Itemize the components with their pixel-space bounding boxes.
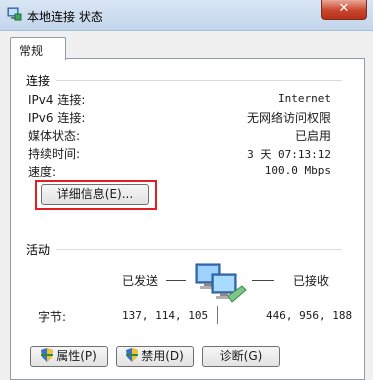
diagnose-button[interactable]: 诊断(G) xyxy=(202,346,280,367)
network-computers-icon xyxy=(195,263,247,303)
connection-divider xyxy=(56,80,342,81)
shield-icon xyxy=(41,348,54,362)
activity-divider-vertical xyxy=(217,306,218,324)
speed-label: 速度: xyxy=(28,165,57,179)
activity-divider xyxy=(56,249,342,250)
highlight-box xyxy=(35,180,157,210)
close-button[interactable]: ✕ xyxy=(321,0,367,20)
bytes-label: 字节: xyxy=(38,310,67,324)
disable-button[interactable]: 禁用(D) xyxy=(116,346,194,367)
media-state-label: 媒体状态: xyxy=(28,129,81,143)
connection-heading: 连接 xyxy=(26,74,51,88)
bytes-sent-value: 137, 114, 105 xyxy=(122,309,209,322)
shield-icon xyxy=(126,348,139,362)
ipv4-label: IPv4 连接: xyxy=(28,93,86,107)
close-icon: ✕ xyxy=(338,1,350,16)
properties-button-label: 属性(P) xyxy=(56,349,97,363)
tab-general[interactable]: 常规 xyxy=(10,37,66,60)
properties-button[interactable]: 属性(P) xyxy=(30,346,108,367)
tab-general-label: 常规 xyxy=(19,44,44,58)
disable-button-label: 禁用(D) xyxy=(141,349,184,363)
sent-line xyxy=(166,280,186,281)
received-label: 已接收 xyxy=(293,274,330,288)
ipv6-label: IPv6 连接: xyxy=(28,111,86,125)
activity-heading: 活动 xyxy=(26,243,51,257)
duration-value: 3 天 07:13:12 xyxy=(247,148,331,161)
bytes-received-value: 446, 956, 188 xyxy=(266,309,353,322)
sent-label: 已发送 xyxy=(122,274,159,288)
window-title: 本地连接 状态 xyxy=(27,10,103,24)
ipv6-value: 无网络访问权限 xyxy=(246,111,331,125)
network-icon xyxy=(7,7,22,21)
duration-label: 持续时间: xyxy=(28,147,81,161)
title-bar: 本地连接 状态 ✕ xyxy=(0,0,373,31)
media-state-value: 已启用 xyxy=(294,129,331,143)
received-line xyxy=(252,280,274,281)
ipv4-value: Internet xyxy=(278,92,331,105)
speed-value: 100.0 Mbps xyxy=(264,164,331,177)
